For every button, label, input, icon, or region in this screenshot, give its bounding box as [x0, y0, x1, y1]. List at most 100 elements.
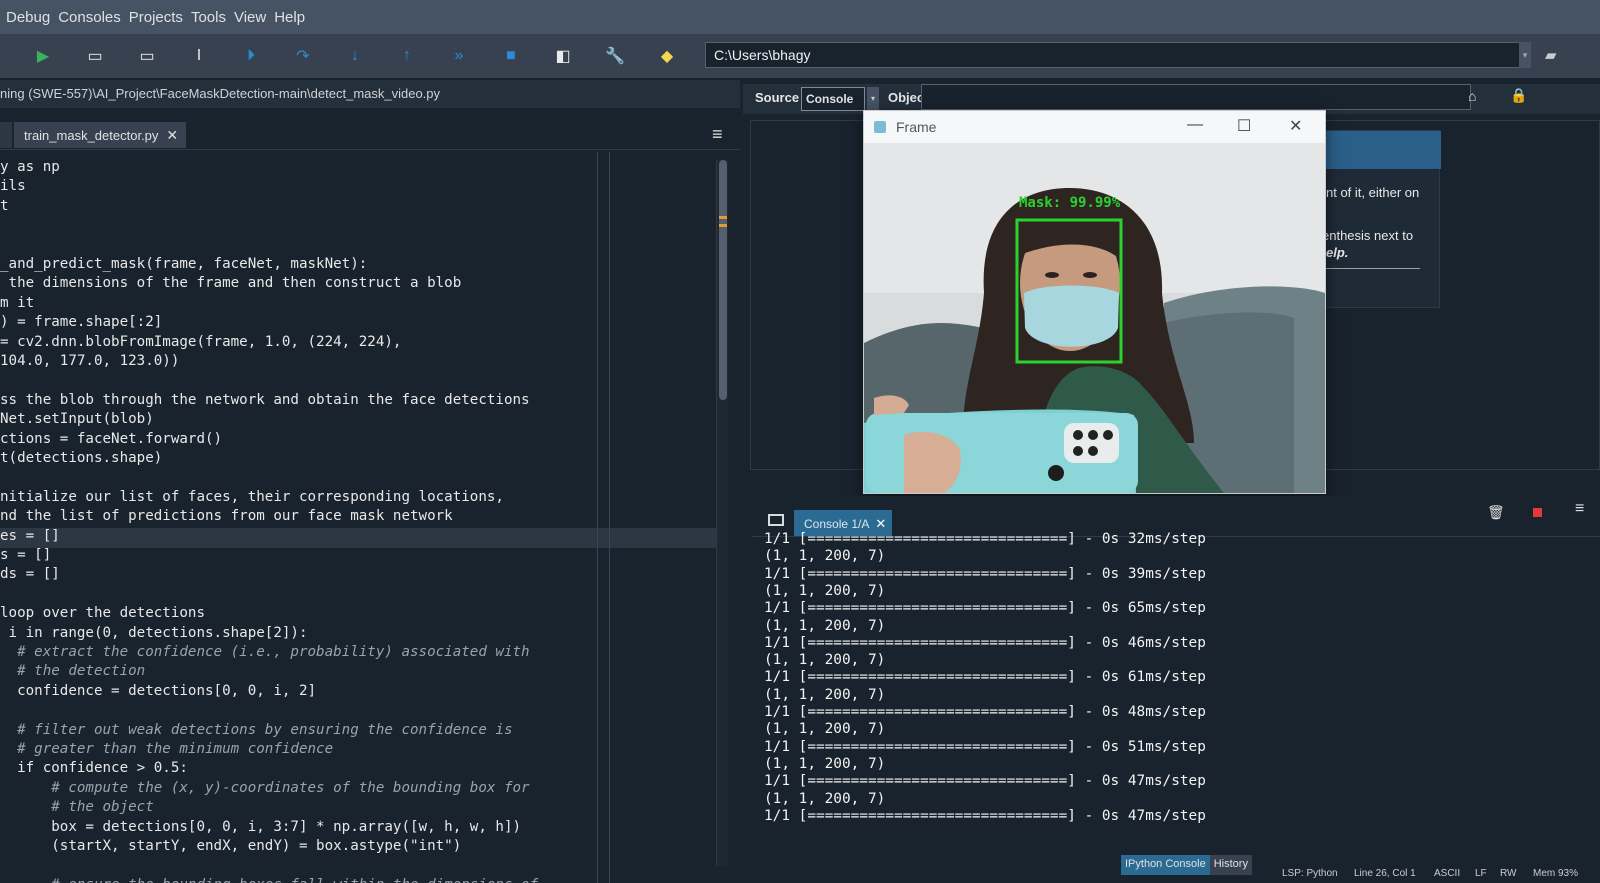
warning-marker — [719, 216, 727, 219]
tab-ipython-console[interactable]: IPython Console — [1121, 855, 1210, 875]
code-line: ss the blob through the network and obta… — [0, 391, 530, 408]
folder-icon[interactable]: ▰ — [1545, 46, 1567, 64]
code-line: ctions = faceNet.forward() — [0, 430, 223, 447]
bottom-pane-tabs: IPython Console History — [1121, 855, 1252, 875]
menu-tools[interactable]: Tools — [191, 9, 226, 26]
menu-help[interactable]: Help — [274, 9, 305, 26]
toolbar: ▶ ▭ ▭ I ⏵ ↷ ↓ ↑ » ■ ◧ 🔧 ◆ C:\Users\bhagy… — [0, 34, 1600, 78]
python-path-icon[interactable]: ◆ — [656, 45, 678, 67]
console-line: (1, 1, 200, 7) — [764, 652, 886, 669]
tab-label: train_mask_detector.py — [24, 127, 159, 143]
minimize-icon[interactable]: — — [1187, 116, 1203, 134]
menu-projects[interactable]: Projects — [129, 9, 183, 26]
editor-file-path: ning (SWE-557)\AI_Project\FaceMaskDetect… — [0, 80, 740, 108]
step-icon[interactable]: ↷ — [292, 45, 314, 67]
code-line: t(detections.shape) — [0, 450, 163, 466]
source-select[interactable]: Console — [801, 87, 865, 111]
run-cell-advance-icon[interactable]: ▭ — [136, 45, 158, 67]
close-icon[interactable]: ✕ — [875, 516, 886, 531]
maximize-icon[interactable]: ☐ — [1237, 116, 1251, 136]
code-line: ds = [] — [0, 566, 60, 583]
hamburger-menu-icon[interactable]: ≡ — [712, 125, 730, 143]
source-label: Source — [755, 90, 800, 105]
frame-title: Frame — [896, 119, 937, 135]
stop-debug-icon[interactable]: ■ — [500, 45, 522, 67]
code-line: # the detection — [0, 663, 146, 680]
console-line: (1, 1, 200, 7) — [764, 721, 886, 738]
home-icon[interactable]: ⌂ — [1468, 88, 1476, 104]
debug-icon[interactable]: ⏵ — [240, 45, 262, 67]
console-header: Console 1/A ✕ 🗑 ≡ — [752, 496, 1600, 536]
help-divider — [1320, 268, 1420, 269]
lock-icon[interactable]: 🔒 — [1510, 87, 1527, 104]
code-line: y as np — [0, 159, 60, 175]
console-line: 1/1 [==============================] - 0… — [764, 704, 1206, 720]
code-line: the dimensions of the frame and then con… — [0, 275, 462, 292]
code-line: _and_predict_mask(frame, faceNet, maskNe… — [0, 256, 368, 272]
help-text-2: enthesis next to — [1322, 228, 1414, 243]
code-line: m it — [0, 294, 35, 311]
tab-history[interactable]: History — [1209, 855, 1252, 875]
code-line: ) = frame.shape[:2] — [0, 314, 163, 331]
frame-window[interactable]: Frame — ☐ ✕ Mask: 99.99% — [863, 110, 1326, 494]
code-line: # filter out weak detections by ensuring… — [0, 721, 513, 738]
chevron-down-icon[interactable]: ▾ — [1519, 42, 1531, 68]
menu-view[interactable]: View — [234, 9, 266, 26]
run-cell-icon[interactable]: ▭ — [84, 45, 106, 67]
continue-icon[interactable]: » — [448, 45, 470, 67]
maximize-pane-icon[interactable]: ◧ — [552, 45, 574, 67]
chevron-down-icon[interactable]: ▾ — [867, 87, 879, 111]
help-text-1: nt of it, either on — [1326, 185, 1420, 200]
code-line: # the object — [0, 799, 154, 816]
code-line: # extract the confidence (i.e., probabil… — [0, 644, 530, 660]
run-icon[interactable]: ▶ — [32, 45, 54, 67]
warning-marker — [719, 224, 727, 227]
menu-consoles[interactable]: Consoles — [58, 9, 121, 26]
step-return-icon[interactable]: ↑ — [396, 45, 418, 67]
code-line: # compute the (x, y)-coordinates of the … — [0, 779, 530, 796]
frame-titlebar[interactable]: Frame — ☐ ✕ — [864, 111, 1325, 143]
run-selection-icon[interactable]: I — [188, 45, 210, 67]
console-line: 1/1 [==============================] - 0… — [764, 773, 1206, 790]
console-line: 1/1 [==============================] - 0… — [764, 634, 1206, 651]
step-into-icon[interactable]: ↓ — [344, 45, 366, 67]
current-line-highlight — [0, 528, 718, 548]
trash-icon[interactable]: 🗑 — [1487, 504, 1505, 521]
menu-bar: Debug Consoles Projects Tools View Help — [0, 0, 1600, 34]
object-input[interactable] — [921, 84, 1471, 110]
help-text-3: elp. — [1326, 245, 1349, 260]
edge-line — [597, 152, 598, 883]
console-line: 1/1 [==============================] - 0… — [764, 565, 1206, 582]
stop-icon[interactable] — [1533, 508, 1542, 517]
scrollbar-thumb[interactable] — [719, 160, 727, 400]
menu-debug[interactable]: Debug — [6, 9, 50, 26]
close-icon[interactable]: ✕ — [1289, 116, 1302, 136]
editor-scrollbar[interactable] — [716, 160, 728, 866]
code-line: loop over the detections — [0, 605, 205, 622]
code-editor[interactable]: y as np ils t _and_predict_mask(frame, face… — [0, 152, 733, 883]
console-line: (1, 1, 200, 7) — [764, 790, 886, 807]
preferences-wrench-icon[interactable]: 🔧 — [604, 45, 626, 67]
status-lsp: LSP: Python — [1282, 868, 1338, 879]
console-tab-label: Console 1/A — [804, 517, 870, 531]
console-line: (1, 1, 200, 7) — [764, 617, 886, 634]
working-directory-input[interactable]: C:\Users\bhagy — [705, 42, 1527, 68]
code-line: t — [0, 197, 9, 214]
console-line: (1, 1, 200, 7) — [764, 755, 886, 772]
console-output[interactable]: 1/1 [==============================] - 0… — [752, 531, 1600, 854]
code-line: 104.0, 177.0, 123.0)) — [0, 353, 180, 369]
hamburger-menu-icon[interactable]: ≡ — [1575, 500, 1584, 518]
code-line: Net.setInput(blob) — [0, 411, 154, 428]
code-line: # ensure the bounding boxes fall within … — [0, 876, 538, 883]
status-memory: Mem 93% — [1533, 868, 1579, 879]
console-line: 1/1 [==============================] - 0… — [764, 531, 1206, 547]
code-line: s = [] — [0, 547, 52, 563]
console-window-icon[interactable] — [768, 514, 784, 526]
console-line: 1/1 [==============================] - 0… — [764, 807, 1206, 824]
edge-line-secondary — [609, 152, 610, 883]
tab-overflow[interactable] — [0, 122, 12, 148]
close-icon[interactable]: ✕ — [166, 127, 178, 144]
code-line: = cv2.dnn.blobFromImage(frame, 1.0, (224… — [0, 333, 402, 350]
tab-train-mask-detector[interactable]: train_mask_detector.py ✕ — [14, 122, 186, 148]
code-line: box = detections[0, 0, i, 3:7] * np.arra… — [0, 818, 522, 835]
